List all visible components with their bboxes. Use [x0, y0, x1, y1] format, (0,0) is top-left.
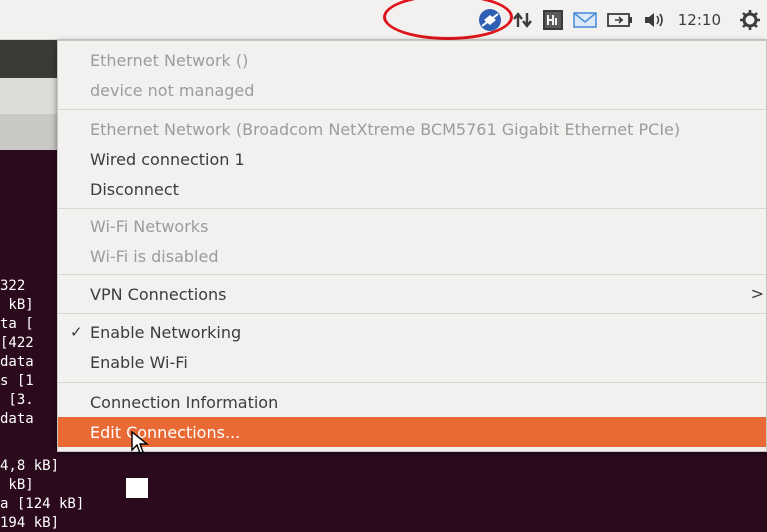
menu-item-vpn-connections[interactable]: VPN Connections >	[58, 279, 766, 309]
volume-icon[interactable]	[642, 0, 668, 40]
menu-item-enable-networking[interactable]: ✓ Enable Networking	[58, 317, 766, 347]
chevron-right-icon: >	[750, 284, 764, 303]
menu-item-broadcom-ethernet: Ethernet Network (Broadcom NetXtreme BCM…	[58, 114, 766, 144]
menu-item-enable-wifi[interactable]: Enable Wi-Fi	[58, 347, 766, 377]
menu-item-label: Enable Wi-Fi	[90, 352, 188, 372]
terminal-line: s [1	[0, 373, 34, 389]
menu-item-label: device not managed	[90, 80, 255, 100]
menu-item-wifi-disabled: Wi-Fi is disabled	[58, 241, 766, 271]
menu-item-label: Ethernet Network ()	[90, 50, 249, 70]
menu-item-ethernet-network: Ethernet Network ()	[58, 45, 766, 75]
menu-item-label: Edit Connections...	[90, 422, 241, 442]
menu-item-device-status: device not managed	[58, 75, 766, 105]
menu-item-label: Connection Information	[90, 392, 279, 412]
menu-item-label: Enable Networking	[90, 322, 242, 342]
top-panel: 12:10	[0, 0, 767, 40]
menu-item-disconnect[interactable]: Disconnect	[58, 174, 766, 204]
menu-item-label: Wi-Fi is disabled	[90, 246, 219, 266]
session-gear-icon[interactable]	[739, 0, 761, 40]
terminal-cursor	[126, 478, 148, 498]
terminal-line: 194 kB]	[0, 515, 60, 531]
network-updown-icon[interactable]	[512, 0, 534, 40]
menu-item-label: Wired connection 1	[90, 149, 245, 169]
terminal-line: kB]	[0, 477, 34, 493]
terminal-line: ta [	[0, 316, 34, 332]
menu-item-label: Ethernet Network (Broadcom NetXtreme BCM…	[90, 119, 681, 139]
menu-separator	[58, 382, 766, 383]
dropbox-icon[interactable]	[476, 0, 504, 40]
terminal-line: [3.	[0, 392, 34, 408]
menu-item-connection-information[interactable]: Connection Information	[58, 387, 766, 417]
terminal-line: data	[0, 411, 34, 427]
terminal-line: [422	[0, 335, 34, 351]
menu-separator	[58, 109, 766, 110]
terminal-line: data	[0, 354, 34, 370]
mail-icon[interactable]	[572, 0, 598, 40]
menu-separator	[58, 208, 766, 209]
menu-item-label: Disconnect	[90, 179, 179, 199]
menu-item-wifi-networks: Wi-Fi Networks	[58, 211, 766, 241]
menu-separator	[58, 313, 766, 314]
terminal-line: 322	[0, 278, 26, 294]
terminal-line: a [124 kB]	[0, 496, 85, 512]
terminal-line: 4,8 kB]	[0, 458, 60, 474]
menu-separator	[58, 274, 766, 275]
network-menu: Ethernet Network () device not managed E…	[57, 40, 767, 452]
menu-item-wired-connection-1[interactable]: Wired connection 1	[58, 144, 766, 174]
menu-item-label: Wi-Fi Networks	[90, 216, 209, 236]
hardinfo-icon[interactable]	[542, 0, 564, 40]
mouse-pointer-icon	[131, 430, 149, 454]
menu-item-edit-connections[interactable]: Edit Connections...	[58, 417, 766, 447]
battery-icon[interactable]	[606, 0, 634, 40]
clock[interactable]: 12:10	[678, 11, 721, 29]
terminal-line: kB]	[0, 297, 34, 313]
checkmark-icon: ✓	[70, 323, 83, 341]
menu-item-label: VPN Connections	[90, 284, 227, 304]
